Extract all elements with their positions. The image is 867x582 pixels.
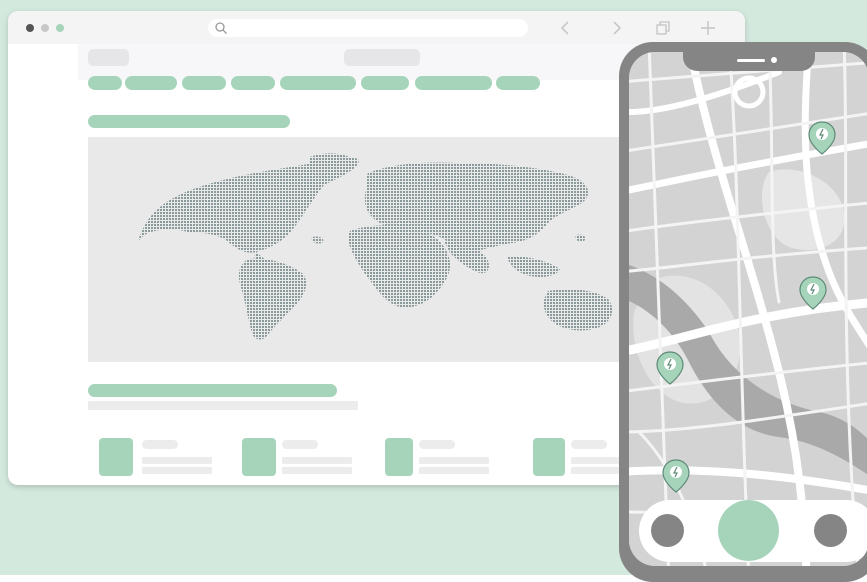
city-map <box>629 52 867 566</box>
dotted-world-map <box>137 153 613 340</box>
search-icon <box>215 22 227 34</box>
logo-placeholder[interactable] <box>88 49 129 66</box>
forward-icon[interactable] <box>608 20 624 36</box>
card-line <box>282 467 352 474</box>
nav-pill[interactable] <box>182 76 226 90</box>
world-map-panel <box>88 137 648 362</box>
close-dot[interactable] <box>26 24 34 32</box>
center-button[interactable] <box>718 500 779 561</box>
subtitle-placeholder <box>88 401 358 410</box>
card-line <box>571 457 621 464</box>
left-button[interactable] <box>651 514 684 547</box>
section-heading-placeholder <box>88 384 337 397</box>
nav-pill[interactable] <box>231 76 275 90</box>
new-tab-icon[interactable] <box>700 20 716 36</box>
nav-pill[interactable] <box>280 76 356 90</box>
section-heading-placeholder <box>88 115 290 128</box>
card-thumbnail <box>385 438 413 476</box>
phone-screen <box>629 52 867 566</box>
browser-titlebar <box>8 11 745 44</box>
card-thumbnail <box>242 438 276 476</box>
card-line <box>571 440 607 449</box>
nav-pill[interactable] <box>88 76 122 90</box>
camera-icon <box>771 57 777 63</box>
speaker-icon <box>737 59 765 62</box>
card-line <box>419 467 489 474</box>
maximize-dot[interactable] <box>56 24 64 32</box>
back-icon[interactable] <box>558 20 574 36</box>
phone-device <box>619 42 867 582</box>
card-thumbnail <box>533 438 565 476</box>
nav-pill[interactable] <box>361 76 409 90</box>
card-line <box>571 467 621 474</box>
nav-pill[interactable] <box>496 76 540 90</box>
card-line <box>419 457 489 464</box>
title-placeholder <box>344 49 420 66</box>
card-line <box>142 457 212 464</box>
card-line <box>142 440 178 449</box>
phone-notch <box>683 52 815 71</box>
tabs-icon[interactable] <box>655 20 671 36</box>
nav-pill[interactable] <box>415 76 492 90</box>
card-thumbnail <box>99 438 133 476</box>
nav-pill[interactable] <box>125 76 177 90</box>
phone-bottom-bar <box>639 500 867 562</box>
card-line <box>142 467 212 474</box>
address-bar[interactable] <box>208 19 528 37</box>
right-button[interactable] <box>814 514 847 547</box>
card-line <box>282 457 352 464</box>
card-line <box>282 440 318 449</box>
minimize-dot[interactable] <box>41 24 49 32</box>
card-line <box>419 440 455 449</box>
